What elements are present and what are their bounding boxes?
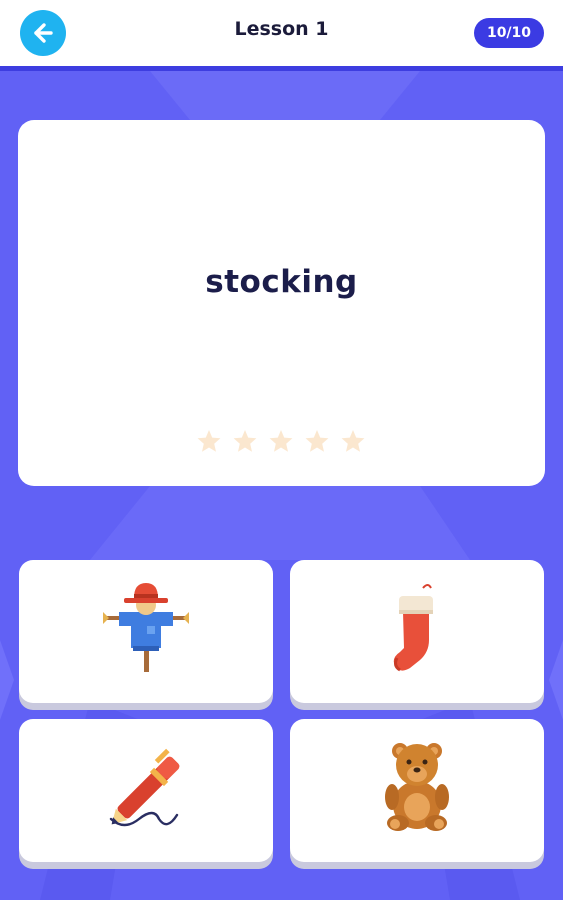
pen-icon [109, 748, 180, 827]
star-icon [233, 430, 257, 452]
stocking-icon [393, 584, 433, 672]
option-stocking[interactable] [290, 560, 544, 703]
option-scarecrow[interactable] [19, 560, 273, 703]
star-icon [341, 430, 365, 452]
top-bar-divider [0, 66, 563, 71]
option-teddy-bear[interactable] [290, 719, 544, 862]
star-icon [197, 430, 221, 452]
scarecrow-icon [103, 583, 189, 672]
star-icon [269, 430, 293, 452]
rating-stars [197, 430, 365, 452]
target-word: stocking [205, 264, 358, 300]
star-icon [305, 430, 329, 452]
option-pen[interactable] [19, 719, 273, 862]
progress-badge: 10/10 [474, 18, 544, 48]
teddy-bear-icon [385, 743, 449, 831]
